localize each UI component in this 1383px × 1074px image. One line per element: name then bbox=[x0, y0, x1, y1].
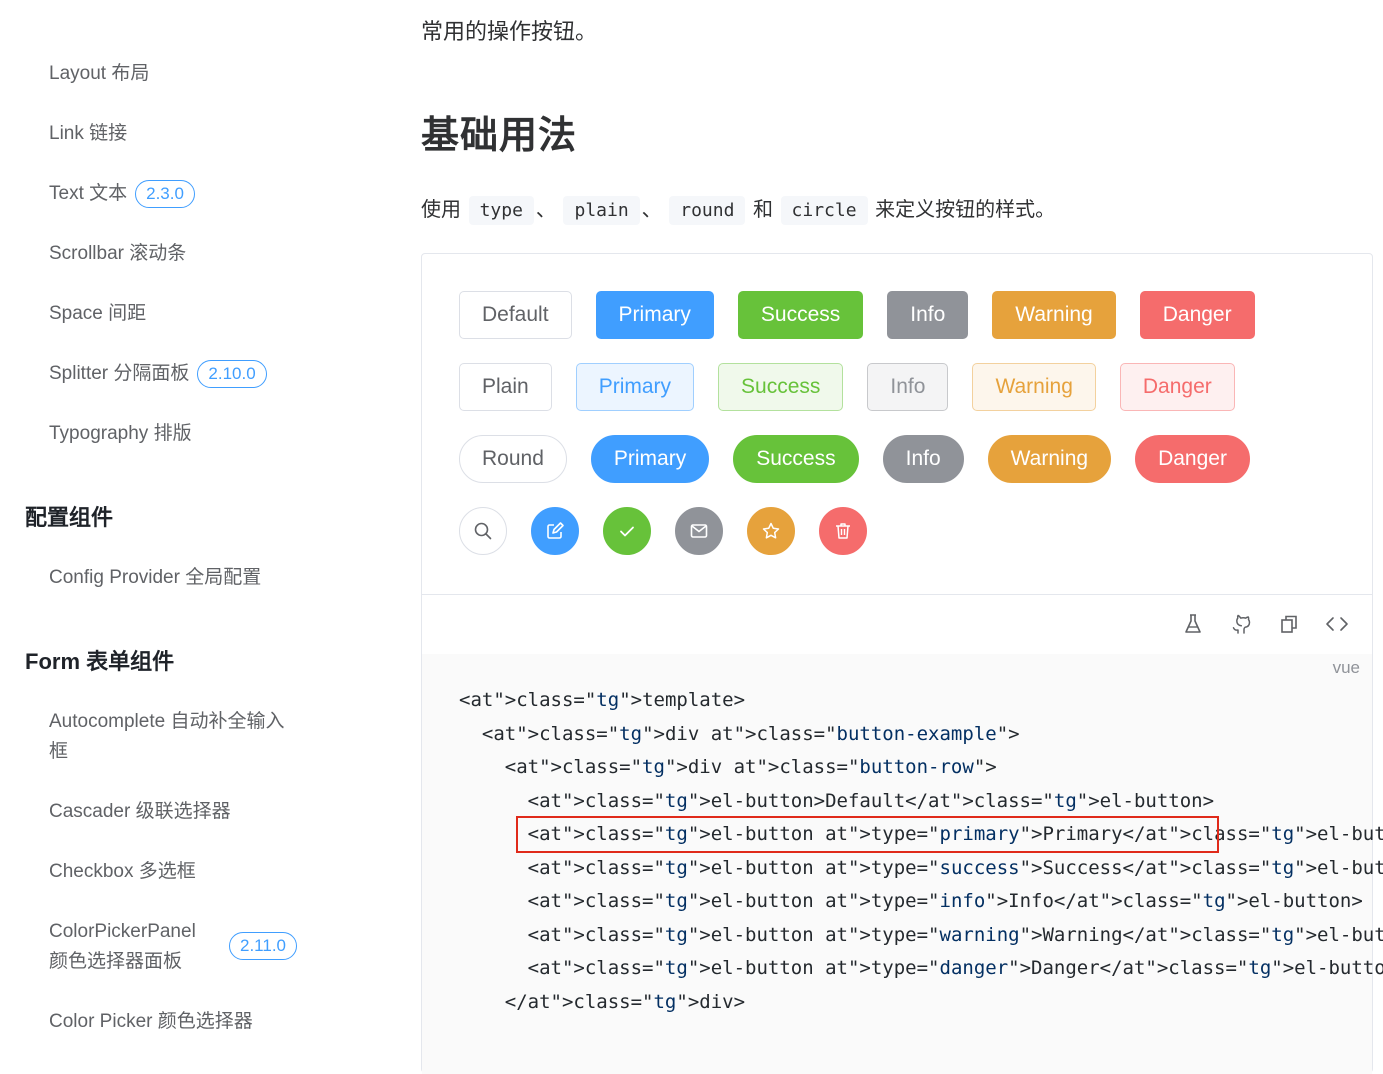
delete-icon bbox=[836, 523, 850, 539]
copy-icon[interactable] bbox=[1277, 612, 1301, 636]
sidebar-item-label: Typography 排版 bbox=[49, 423, 192, 444]
circle-message-button[interactable] bbox=[675, 507, 723, 555]
button-row-circle bbox=[459, 507, 891, 555]
round-primary-button[interactable]: Primary bbox=[590, 435, 710, 483]
sidebar-item-checkbox[interactable]: Checkbox 多选框 bbox=[49, 857, 196, 887]
sidebar-item-label: ColorPickerPanel 颜色选择器面板 bbox=[49, 921, 196, 972]
demo-block: Default Primary Success Info Warning Dan… bbox=[421, 253, 1383, 1074]
highlight-annotation-box bbox=[516, 816, 1219, 853]
code-line: <at">class="tg">el-button at">type="info… bbox=[459, 890, 1363, 912]
code-icon[interactable] bbox=[1325, 612, 1349, 636]
star-icon bbox=[762, 522, 780, 539]
sidebar-item-label: Layout 布局 bbox=[49, 63, 150, 84]
round-success-button[interactable]: Success bbox=[733, 435, 859, 483]
sidebar-item-label: Autocomplete 自动补全输入框 bbox=[49, 711, 285, 762]
sidebar-item-color-picker-panel[interactable]: ColorPickerPanel 颜色选择器面板 bbox=[49, 917, 219, 977]
sidebar-item-label: Scrollbar 滚动条 bbox=[49, 243, 187, 264]
code-line: <at">class="tg">el-button>Default</at">c… bbox=[459, 789, 1215, 812]
circle-edit-button[interactable] bbox=[531, 507, 579, 555]
playground-icon[interactable] bbox=[1181, 612, 1205, 636]
code-block: vue <at">class="tg">template> <at">class… bbox=[422, 654, 1383, 1074]
inline-code: type bbox=[468, 196, 534, 225]
desc-separator: 、 bbox=[535, 199, 556, 221]
circle-star-button[interactable] bbox=[747, 507, 795, 555]
inline-code: circle bbox=[780, 196, 868, 225]
desc-text: 和 bbox=[752, 199, 773, 221]
round-danger-button[interactable]: Danger bbox=[1135, 435, 1250, 483]
code-line: <at">class="tg">template> bbox=[459, 689, 746, 711]
plain-info-button[interactable]: Info bbox=[867, 363, 949, 411]
version-badge: 2.11.0 bbox=[229, 932, 298, 960]
sidebar-item-link[interactable]: Link 链接 bbox=[49, 119, 127, 149]
intro-text: 常用的操作按钮。 bbox=[421, 19, 598, 44]
plain-success-button[interactable]: Success bbox=[718, 363, 844, 411]
circle-delete-button[interactable] bbox=[819, 507, 867, 555]
warning-button[interactable]: Warning bbox=[992, 291, 1116, 339]
plain-danger-button[interactable]: Danger bbox=[1119, 363, 1235, 411]
section-heading: 基础用法 bbox=[421, 115, 578, 157]
sidebar-item-text[interactable]: Text 文本 2.3.0 bbox=[49, 179, 195, 209]
plain-button[interactable]: Plain bbox=[459, 363, 552, 411]
round-warning-button[interactable]: Warning bbox=[987, 435, 1112, 483]
desc-text: 来定义按钮的样式。 bbox=[875, 199, 1056, 221]
sidebar-item-label: Cascader 级联选择器 bbox=[49, 801, 231, 822]
code-language-label: vue bbox=[1332, 658, 1360, 677]
inline-code: round bbox=[669, 196, 746, 225]
round-button[interactable]: Round bbox=[459, 435, 567, 483]
code-line: <at">class="tg">el-button at">type="succ… bbox=[459, 856, 1383, 879]
sidebar-item-space[interactable]: Space 间距 bbox=[49, 299, 146, 329]
version-badge: 2.3.0 bbox=[135, 179, 195, 208]
sidebar-item-label: Checkbox 多选框 bbox=[49, 861, 196, 882]
sidebar-item-layout[interactable]: Layout 布局 bbox=[49, 59, 149, 89]
inline-code: plain bbox=[563, 196, 640, 225]
plain-warning-button[interactable]: Warning bbox=[972, 363, 1096, 411]
sidebar-nav: Layout 布局 Link 链接 Text 文本 2.3.0 Scrollbar… bbox=[0, 0, 330, 1062]
edit-icon bbox=[547, 522, 564, 539]
group-title-config: 配置组件 bbox=[25, 505, 114, 530]
sidebar-item-label: Text 文本 bbox=[49, 183, 128, 204]
sidebar-item-label: Space 间距 bbox=[49, 303, 147, 324]
sidebar-item-autocomplete[interactable]: Autocomplete 自动补全输入框 bbox=[49, 707, 294, 767]
sidebar-item-label: Config Provider 全局配置 bbox=[49, 567, 262, 588]
message-icon bbox=[690, 524, 708, 538]
code-line: </at">class="tg">div> bbox=[459, 990, 746, 1013]
sidebar-item-scrollbar[interactable]: Scrollbar 滚动条 bbox=[49, 239, 186, 269]
desc-separator: 、 bbox=[641, 199, 662, 221]
group-title-form: Form 表单组件 bbox=[25, 649, 175, 674]
circle-check-button[interactable] bbox=[603, 507, 651, 555]
primary-button[interactable]: Primary bbox=[595, 291, 714, 339]
sidebar-item-cascader[interactable]: Cascader 级联选择器 bbox=[49, 797, 231, 827]
sidebar-item-label: Link 链接 bbox=[49, 123, 128, 144]
check-icon bbox=[620, 526, 634, 537]
version-badge: 2.10.0 bbox=[197, 359, 267, 388]
github-icon[interactable] bbox=[1229, 612, 1253, 636]
code-line: <at">class="tg">el-button at">type="warn… bbox=[459, 923, 1383, 946]
sidebar-item-label: Color Picker 颜色选择器 bbox=[49, 1011, 253, 1032]
sidebar-item-splitter[interactable]: Splitter 分隔面板 2.10.0 bbox=[49, 359, 267, 389]
info-button[interactable]: Info bbox=[887, 291, 969, 339]
sidebar-item-label: Splitter 分隔面板 bbox=[49, 363, 190, 384]
success-button[interactable]: Success bbox=[737, 291, 864, 339]
button-row-round: Round Primary Success Info Warning Dange… bbox=[459, 435, 1274, 483]
code-line: <at">class="tg">el-button at">type="dang… bbox=[459, 957, 1383, 979]
circle-search-button[interactable] bbox=[459, 507, 507, 555]
sidebar-item-color-picker[interactable]: Color Picker 颜色选择器 bbox=[49, 1007, 253, 1037]
sidebar-item-typography[interactable]: Typography 排版 bbox=[49, 419, 192, 449]
search-icon bbox=[474, 522, 492, 540]
demo-preview: Default Primary Success Info Warning Dan… bbox=[422, 254, 1372, 595]
danger-button[interactable]: Danger bbox=[1139, 291, 1255, 339]
round-info-button[interactable]: Info bbox=[882, 435, 964, 483]
desc-text: 使用 bbox=[421, 199, 461, 221]
sidebar-item-config-provider[interactable]: Config Provider 全局配置 bbox=[49, 563, 261, 593]
button-row-plain: Plain Primary Success Info Warning Dange… bbox=[459, 363, 1259, 411]
demo-toolbar bbox=[422, 594, 1372, 654]
section-description: 使用 type、 plain、 round 和 circle 来定义按钮的样式。 bbox=[421, 192, 1055, 229]
plain-primary-button[interactable]: Primary bbox=[575, 363, 695, 411]
default-button[interactable]: Default bbox=[459, 291, 572, 339]
code-line: <at">class="tg">div at">class="button-ro… bbox=[459, 756, 997, 778]
button-row-default: Default Primary Success Info Warning Dan… bbox=[459, 291, 1279, 339]
code-line: <at">class="tg">div at">class="button-ex… bbox=[459, 722, 1020, 745]
